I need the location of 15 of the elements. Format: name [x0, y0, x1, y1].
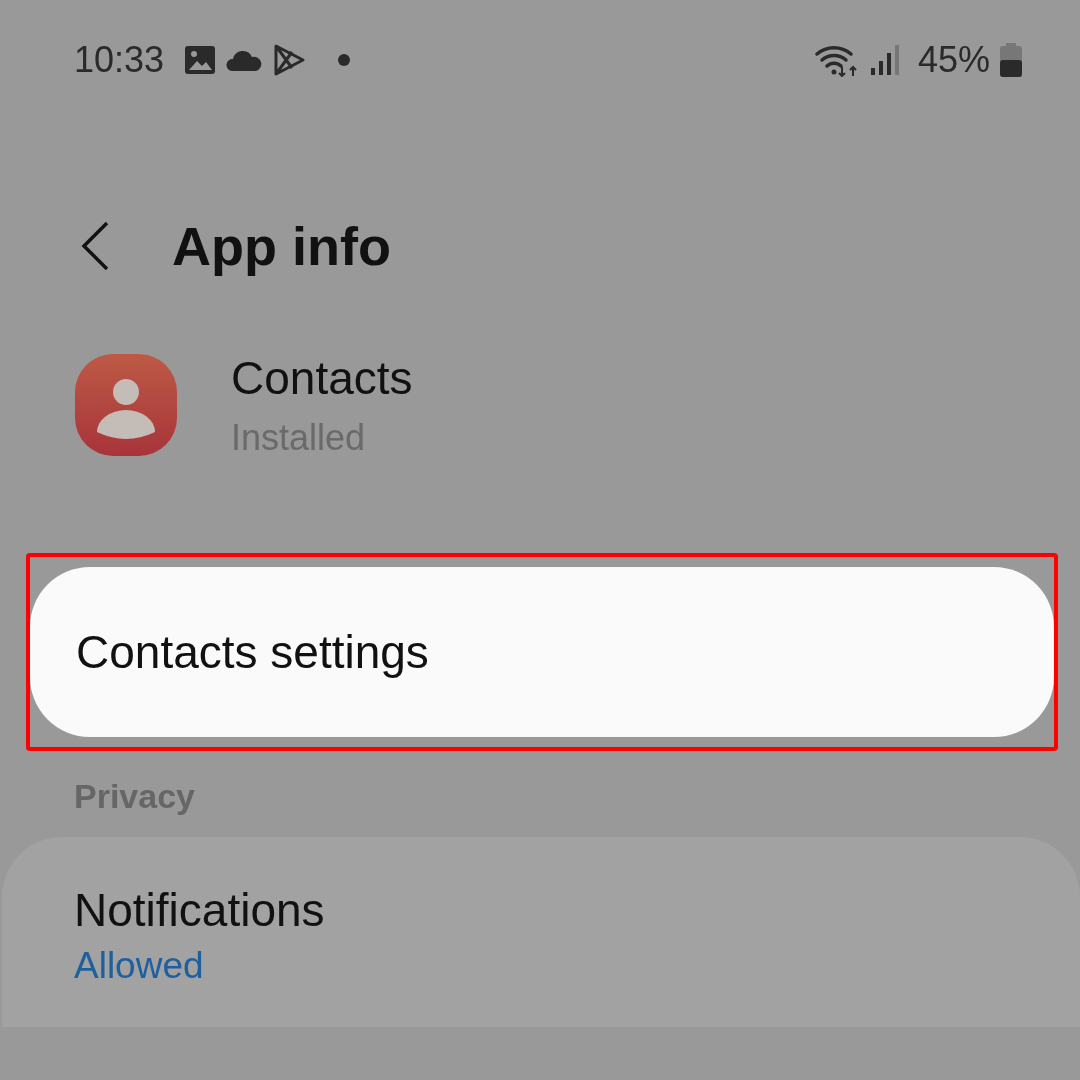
clock-time: 10:33: [74, 39, 165, 81]
battery-icon: [1000, 43, 1022, 77]
screen-title: App info: [172, 215, 391, 277]
settings-row[interactable]: Notifications Allowed: [74, 883, 1080, 987]
contacts-app-icon: [75, 354, 177, 456]
dot-icon: [338, 54, 351, 66]
battery-percent: 45%: [917, 39, 990, 81]
settings-item[interactable]: Contacts settings: [30, 567, 1054, 737]
picture-icon: [184, 44, 217, 76]
play-store-icon: [272, 43, 307, 77]
row-title: Notifications: [74, 883, 326, 937]
row-value: Allowed: [74, 945, 205, 987]
cloud-icon: [226, 49, 263, 71]
signal-icon: [869, 44, 900, 76]
app-name: Contacts: [231, 351, 413, 405]
